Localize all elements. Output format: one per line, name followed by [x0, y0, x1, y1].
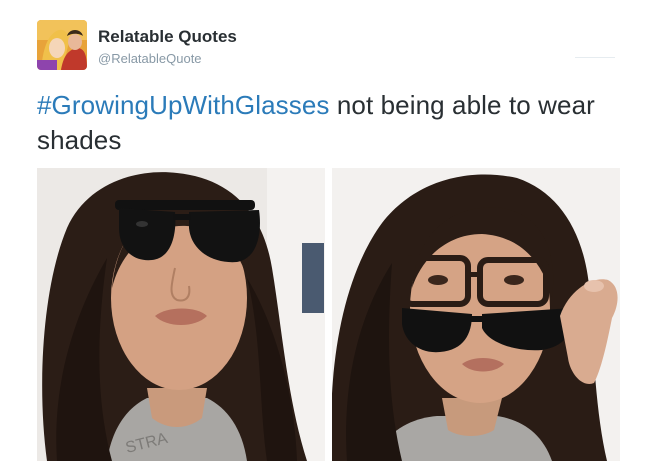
selfie-sunglasses-image: STRA [37, 168, 325, 461]
display-name[interactable]: Relatable Quotes [98, 27, 237, 47]
photo-glasses[interactable] [332, 168, 620, 461]
tweet-text: #GrowingUpWithGlasses not being able to … [37, 88, 637, 158]
user-handle[interactable]: @RelatableQuote [98, 51, 202, 66]
hashtag-link[interactable]: #GrowingUpWithGlasses [37, 90, 330, 120]
photo-sunglasses[interactable]: STRA [37, 168, 325, 461]
header-divider [575, 57, 615, 58]
selfie-glasses-image [332, 168, 620, 461]
profile-avatar[interactable] [37, 20, 87, 70]
avatar-image [37, 20, 87, 70]
